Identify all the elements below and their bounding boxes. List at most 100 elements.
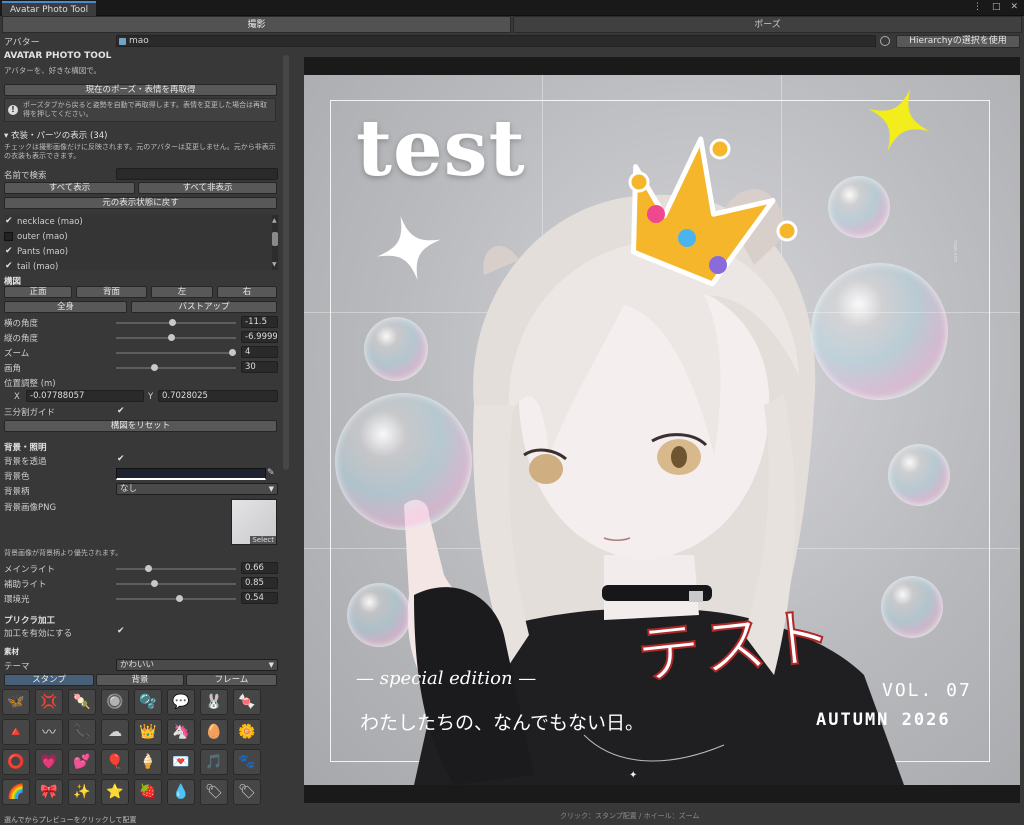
stamp-item[interactable]: 💕 xyxy=(68,749,96,775)
stamp-item[interactable]: 💧 xyxy=(167,779,195,805)
light-slider[interactable] xyxy=(116,595,236,602)
list-item[interactable]: outer (mao) xyxy=(4,230,269,244)
stamp-item[interactable]: 👑 xyxy=(134,719,162,745)
stamp-item[interactable]: ⭕ xyxy=(2,749,30,775)
stamp-item[interactable]: 🎀 xyxy=(35,779,63,805)
stamp-item[interactable]: 🔺 xyxy=(2,719,30,745)
object-picker-icon[interactable] xyxy=(880,36,890,46)
checkbox-unchecked[interactable] xyxy=(4,232,13,241)
list-scrollbar[interactable]: ▲ ▼ xyxy=(272,215,278,270)
preview-area[interactable]: ✦ test mao.vrm テスト — special edition — V… xyxy=(304,57,1020,803)
theme-select[interactable]: かわいい ▼ xyxy=(116,659,278,671)
stamp-item[interactable]: 🍡 xyxy=(68,689,96,715)
list-item[interactable]: ✔ necklace (mao) xyxy=(4,215,269,229)
stamp-item[interactable]: 🏷 xyxy=(200,779,228,805)
stamp-item[interactable]: 🫧 xyxy=(134,689,162,715)
refetch-pose-button[interactable]: 現在のポーズ・表情を再取得 xyxy=(4,84,277,96)
composition-slider[interactable] xyxy=(116,349,236,356)
bubble-stamp[interactable] xyxy=(335,393,472,530)
close-icon[interactable]: ✕ xyxy=(1010,2,1018,12)
purikura-enable-checkbox[interactable]: ✔ xyxy=(117,627,126,636)
view-front-button[interactable]: 正面 xyxy=(4,286,72,298)
stamp-item[interactable]: 〰 xyxy=(35,719,63,745)
stamp-item[interactable]: 🦄 xyxy=(167,719,195,745)
material-tab-frame[interactable]: フレーム xyxy=(186,674,277,686)
stamp-item[interactable]: 🏷 xyxy=(233,779,261,805)
light-slider-thumb[interactable] xyxy=(145,565,152,572)
avatar-field[interactable]: mao xyxy=(116,35,876,47)
bust-up-button[interactable]: バストアップ xyxy=(131,301,277,313)
light-slider-thumb[interactable] xyxy=(150,580,158,587)
show-all-button[interactable]: すべて表示 xyxy=(4,182,135,194)
stamp-item[interactable]: 🐾 xyxy=(233,749,261,775)
composition-slider-thumb[interactable] xyxy=(168,334,176,341)
stamp-item[interactable]: 🌼 xyxy=(233,719,261,745)
list-scroll-thumb[interactable] xyxy=(272,232,278,246)
bubble-stamp[interactable] xyxy=(347,583,411,647)
photo-canvas[interactable]: ✦ test mao.vrm テスト — special edition — V… xyxy=(304,75,1020,785)
composition-value-input[interactable]: 30 xyxy=(241,361,278,373)
scroll-down-icon[interactable]: ▼ xyxy=(272,261,277,268)
stamp-item[interactable]: 💗 xyxy=(35,749,63,775)
view-left-button[interactable]: 左 xyxy=(151,286,213,298)
parts-heading[interactable]: ▾ 衣装・パーツの表示 (34) xyxy=(4,129,107,141)
white-sparkle-stamp[interactable] xyxy=(374,213,444,283)
composition-slider-thumb[interactable] xyxy=(169,319,177,326)
composition-slider-thumb[interactable] xyxy=(228,349,236,356)
checkbox-checked[interactable]: ✔ xyxy=(5,262,14,271)
stamp-item[interactable]: 💌 xyxy=(167,749,195,775)
stamp-item[interactable]: 🐰 xyxy=(200,689,228,715)
stamp-item[interactable]: 🍦 xyxy=(134,749,162,775)
bg-transparent-checkbox[interactable]: ✔ xyxy=(117,455,126,464)
window-tab[interactable]: Avatar Photo Tool xyxy=(2,1,97,16)
material-tab-background[interactable]: 背景 xyxy=(96,674,184,686)
stamp-item[interactable]: 🥚 xyxy=(200,719,228,745)
full-body-button[interactable]: 全身 xyxy=(4,301,127,313)
light-slider[interactable] xyxy=(116,580,236,587)
bubble-stamp[interactable] xyxy=(881,576,943,638)
select-label[interactable]: Select xyxy=(250,536,276,544)
search-input[interactable] xyxy=(116,168,278,180)
stamp-item[interactable]: 💬 xyxy=(167,689,195,715)
panel-scrollbar[interactable] xyxy=(283,55,289,470)
composition-value-input[interactable]: -11.5 xyxy=(241,316,278,328)
scroll-up-icon[interactable]: ▲ xyxy=(272,217,277,224)
bubble-stamp[interactable] xyxy=(364,317,428,381)
composition-slider[interactable] xyxy=(116,364,236,371)
material-tab-stamp[interactable]: スタンプ xyxy=(4,674,94,686)
eyedropper-icon[interactable]: ✎ xyxy=(267,468,275,478)
maximize-icon[interactable]: □ xyxy=(992,2,1001,12)
pos-x-input[interactable]: -0.07788057 xyxy=(26,390,144,402)
bg-color-swatch[interactable] xyxy=(116,468,266,480)
stamp-item[interactable]: ☁ xyxy=(101,719,129,745)
hide-all-button[interactable]: すべて非表示 xyxy=(138,182,277,194)
view-right-button[interactable]: 右 xyxy=(217,286,277,298)
light-slider-thumb[interactable] xyxy=(176,595,184,602)
stamp-item[interactable]: ✨ xyxy=(68,779,96,805)
stamp-item[interactable]: 🔘 xyxy=(101,689,129,715)
yellow-sparkle-stamp[interactable] xyxy=(864,85,934,155)
stamp-item[interactable]: 💢 xyxy=(35,689,63,715)
light-slider[interactable] xyxy=(116,565,236,572)
composition-value-input[interactable]: 4 xyxy=(241,346,278,358)
composition-slider[interactable] xyxy=(116,334,236,341)
stamp-item[interactable]: 🍓 xyxy=(134,779,162,805)
tab-shoot[interactable]: 撮影 xyxy=(2,16,511,33)
checkbox-checked[interactable]: ✔ xyxy=(5,217,14,226)
view-back-button[interactable]: 背面 xyxy=(76,286,147,298)
bg-pattern-select[interactable]: なし ▼ xyxy=(116,483,278,495)
restore-visibility-button[interactable]: 元の表示状態に戻す xyxy=(4,197,277,209)
bg-image-slot[interactable]: Select xyxy=(231,499,277,545)
stamp-item[interactable]: 🎵 xyxy=(200,749,228,775)
stamp-item[interactable]: ⭐ xyxy=(101,779,129,805)
stamp-item[interactable]: 📞 xyxy=(68,719,96,745)
bubble-stamp[interactable] xyxy=(828,176,890,238)
checkbox-checked[interactable]: ✔ xyxy=(5,247,14,256)
more-icon[interactable]: ⋮ xyxy=(973,2,982,12)
thirds-checkbox[interactable]: ✔ xyxy=(117,407,126,416)
composition-slider[interactable] xyxy=(116,319,236,326)
light-value-input[interactable]: 0.54 xyxy=(241,592,278,604)
list-item[interactable]: ✔ Pants (mao) xyxy=(4,245,269,259)
tab-pose[interactable]: ポーズ xyxy=(513,16,1022,33)
light-value-input[interactable]: 0.66 xyxy=(241,562,278,574)
